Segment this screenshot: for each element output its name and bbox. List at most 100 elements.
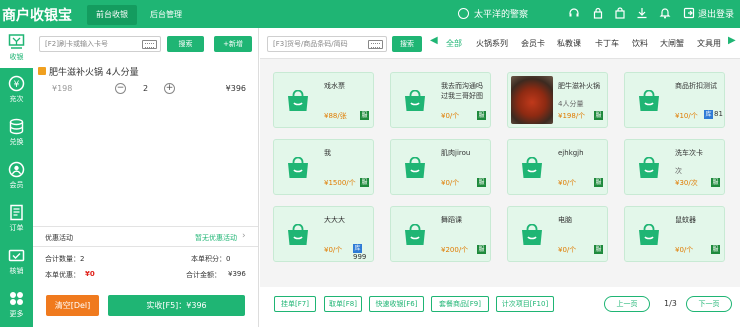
svg-text:¥: ¥ <box>14 80 20 90</box>
category-item[interactable]: 卡丁车 <box>595 38 619 49</box>
hold-order-button[interactable]: 挂单[F7] <box>274 296 316 312</box>
lock-icon[interactable] <box>592 7 604 19</box>
cart-item-total: ¥396 <box>225 84 246 93</box>
product-unit: 次 <box>675 167 682 175</box>
summary-total-label: 合计金额： <box>186 271 221 279</box>
service-badge: 服 <box>477 245 486 254</box>
sidebar-label: 更多 <box>9 310 24 318</box>
category-next-icon[interactable]: ▶ <box>728 35 736 46</box>
sidebar-item-exchange[interactable]: 兑换 <box>0 113 33 153</box>
category-item[interactable]: 饮料 <box>632 38 648 49</box>
product-card[interactable]: 鼠蚊器 ¥0/个 服 <box>624 206 725 262</box>
category-item[interactable]: 大闸蟹 <box>660 38 684 49</box>
divider <box>260 58 740 59</box>
next-page-button[interactable]: 下一页 <box>686 296 732 312</box>
more-icon <box>10 292 23 305</box>
product-card[interactable]: 电脑 ¥0/个 服 <box>507 206 608 262</box>
product-name: 电脑 <box>558 216 572 224</box>
product-card[interactable]: 商品折扣测试 ¥10/个库 81 <box>624 72 725 128</box>
tab-front-cashier[interactable]: 前台收银 <box>87 5 137 25</box>
shopping-bag-icon <box>286 223 310 246</box>
sidebar-label: 收银 <box>9 53 24 61</box>
cart-item[interactable]: 肥牛滋补火锅 4人分量 ¥198 − 2 + ¥396 <box>33 62 258 102</box>
page-indicator: 1/3 <box>664 299 677 308</box>
sidebar-label: 核销 <box>9 267 24 275</box>
product-card[interactable]: 肌肉jirou ¥0/个 服 <box>390 139 491 195</box>
category-all[interactable]: 全部 <box>446 38 462 49</box>
qty-plus-button[interactable]: + <box>164 83 175 94</box>
product-card[interactable]: 我 ¥1500/个服 <box>273 139 374 195</box>
chevron-right-icon[interactable]: › <box>242 231 246 241</box>
download-icon[interactable] <box>636 7 648 19</box>
product-name: 洗车次卡 <box>675 149 703 157</box>
product-card[interactable]: 我去而沟通吗过我三哥好图 ¥0/个 服 <box>390 72 491 128</box>
product-image <box>511 76 553 124</box>
product-name: 肥牛滋补火锅 <box>558 82 600 90</box>
summary-total-value: ¥396 <box>228 270 246 278</box>
sidebar-item-order[interactable]: 订单 <box>0 199 33 239</box>
service-badge: 服 <box>594 111 603 120</box>
add-member-button[interactable]: +新增 <box>214 36 252 52</box>
sidebar-item-recharge[interactable]: ¥ 充次 <box>0 70 33 110</box>
keyboard-icon[interactable] <box>142 40 157 49</box>
member-search-button[interactable]: 搜索 <box>167 36 204 52</box>
sidebar-item-member[interactable]: 会员 <box>0 156 33 196</box>
product-card[interactable]: 舞蹈课 ¥200/个服 <box>390 206 491 262</box>
divider <box>33 226 258 227</box>
cart-item-qty[interactable]: 2 <box>143 84 148 93</box>
product-name: 鼠蚊器 <box>675 216 696 224</box>
category-item[interactable]: 火锅系列 <box>476 38 508 49</box>
bell-icon[interactable] <box>659 7 671 19</box>
user-avatar-icon[interactable] <box>458 8 469 19</box>
clear-button[interactable]: 清空[Del] <box>46 295 99 316</box>
service-badge: 服 <box>711 178 720 187</box>
sidebar-item-more[interactable]: 更多 <box>0 285 33 325</box>
retrieve-order-button[interactable]: 取单[F8] <box>324 296 362 312</box>
product-card[interactable]: 肥牛滋补火锅 4人分量 ¥198/个服 <box>507 72 608 128</box>
product-card[interactable]: ejhkgjh ¥0/个 服 <box>507 139 608 195</box>
product-type-icon <box>38 67 46 75</box>
sidebar-item-verify[interactable]: 核销 <box>0 242 33 282</box>
product-name: ejhkgjh <box>558 149 584 157</box>
cashier-icon <box>8 34 25 49</box>
product-card[interactable]: 大大大 ¥0/个 库999 <box>273 206 374 262</box>
category-prev-icon[interactable]: ◀ <box>430 35 438 46</box>
discount-link[interactable]: 暂无优惠活动 <box>195 233 237 243</box>
stock-tag: 库 <box>704 110 713 119</box>
shopping-bag-icon <box>403 223 427 246</box>
discount-label: 优惠活动 <box>45 234 73 242</box>
stock-count: 999 <box>353 253 367 261</box>
pay-button[interactable]: 实收[F5]：¥396 <box>108 295 245 316</box>
quick-cashier-button[interactable]: 快速收银[F6] <box>369 296 424 312</box>
product-name: 商品折扣测试 <box>675 82 717 90</box>
tab-back-office[interactable]: 后台管理 <box>141 5 191 25</box>
product-card[interactable]: 洗车次卡次 ¥30/次 服 <box>624 139 725 195</box>
bag-icon[interactable] <box>614 7 626 19</box>
qty-minus-button[interactable]: − <box>115 83 126 94</box>
next-page-label: 下一页 <box>698 300 720 308</box>
category-item[interactable]: 私教课 <box>557 38 581 49</box>
category-item[interactable]: 会员卡 <box>521 38 545 49</box>
user-name[interactable]: 太平洋的警察 <box>474 7 528 20</box>
count-item-button[interactable]: 计次项目[F10] <box>496 296 554 312</box>
stock-count: 81 <box>714 110 723 118</box>
summary-discount-value: ¥0 <box>85 270 95 278</box>
category-item[interactable]: 文具用 <box>697 38 721 49</box>
logout-icon[interactable] <box>683 7 695 19</box>
headset-icon[interactable] <box>568 7 580 19</box>
service-badge: 服 <box>477 111 486 120</box>
sidebar-item-cashier[interactable]: 收银 <box>0 28 33 68</box>
product-price: ¥200/个 <box>441 246 469 254</box>
logout-link[interactable]: 退出登录 <box>698 7 734 20</box>
prev-page-button[interactable]: 上一页 <box>604 296 650 312</box>
sidebar-label: 充次 <box>9 95 24 103</box>
product-unit: 4人分量 <box>558 100 584 108</box>
service-badge: 服 <box>360 111 369 120</box>
product-card[interactable]: 戏水票 ¥88/张 服 <box>273 72 374 128</box>
package-product-button[interactable]: 套餐商品[F9] <box>431 296 489 312</box>
keyboard-icon[interactable] <box>368 40 383 49</box>
recharge-icon: ¥ <box>8 75 25 92</box>
product-name: 戏水票 <box>324 82 345 90</box>
product-search-button[interactable]: 搜索 <box>392 36 422 52</box>
product-price: ¥0/个 <box>441 179 460 187</box>
